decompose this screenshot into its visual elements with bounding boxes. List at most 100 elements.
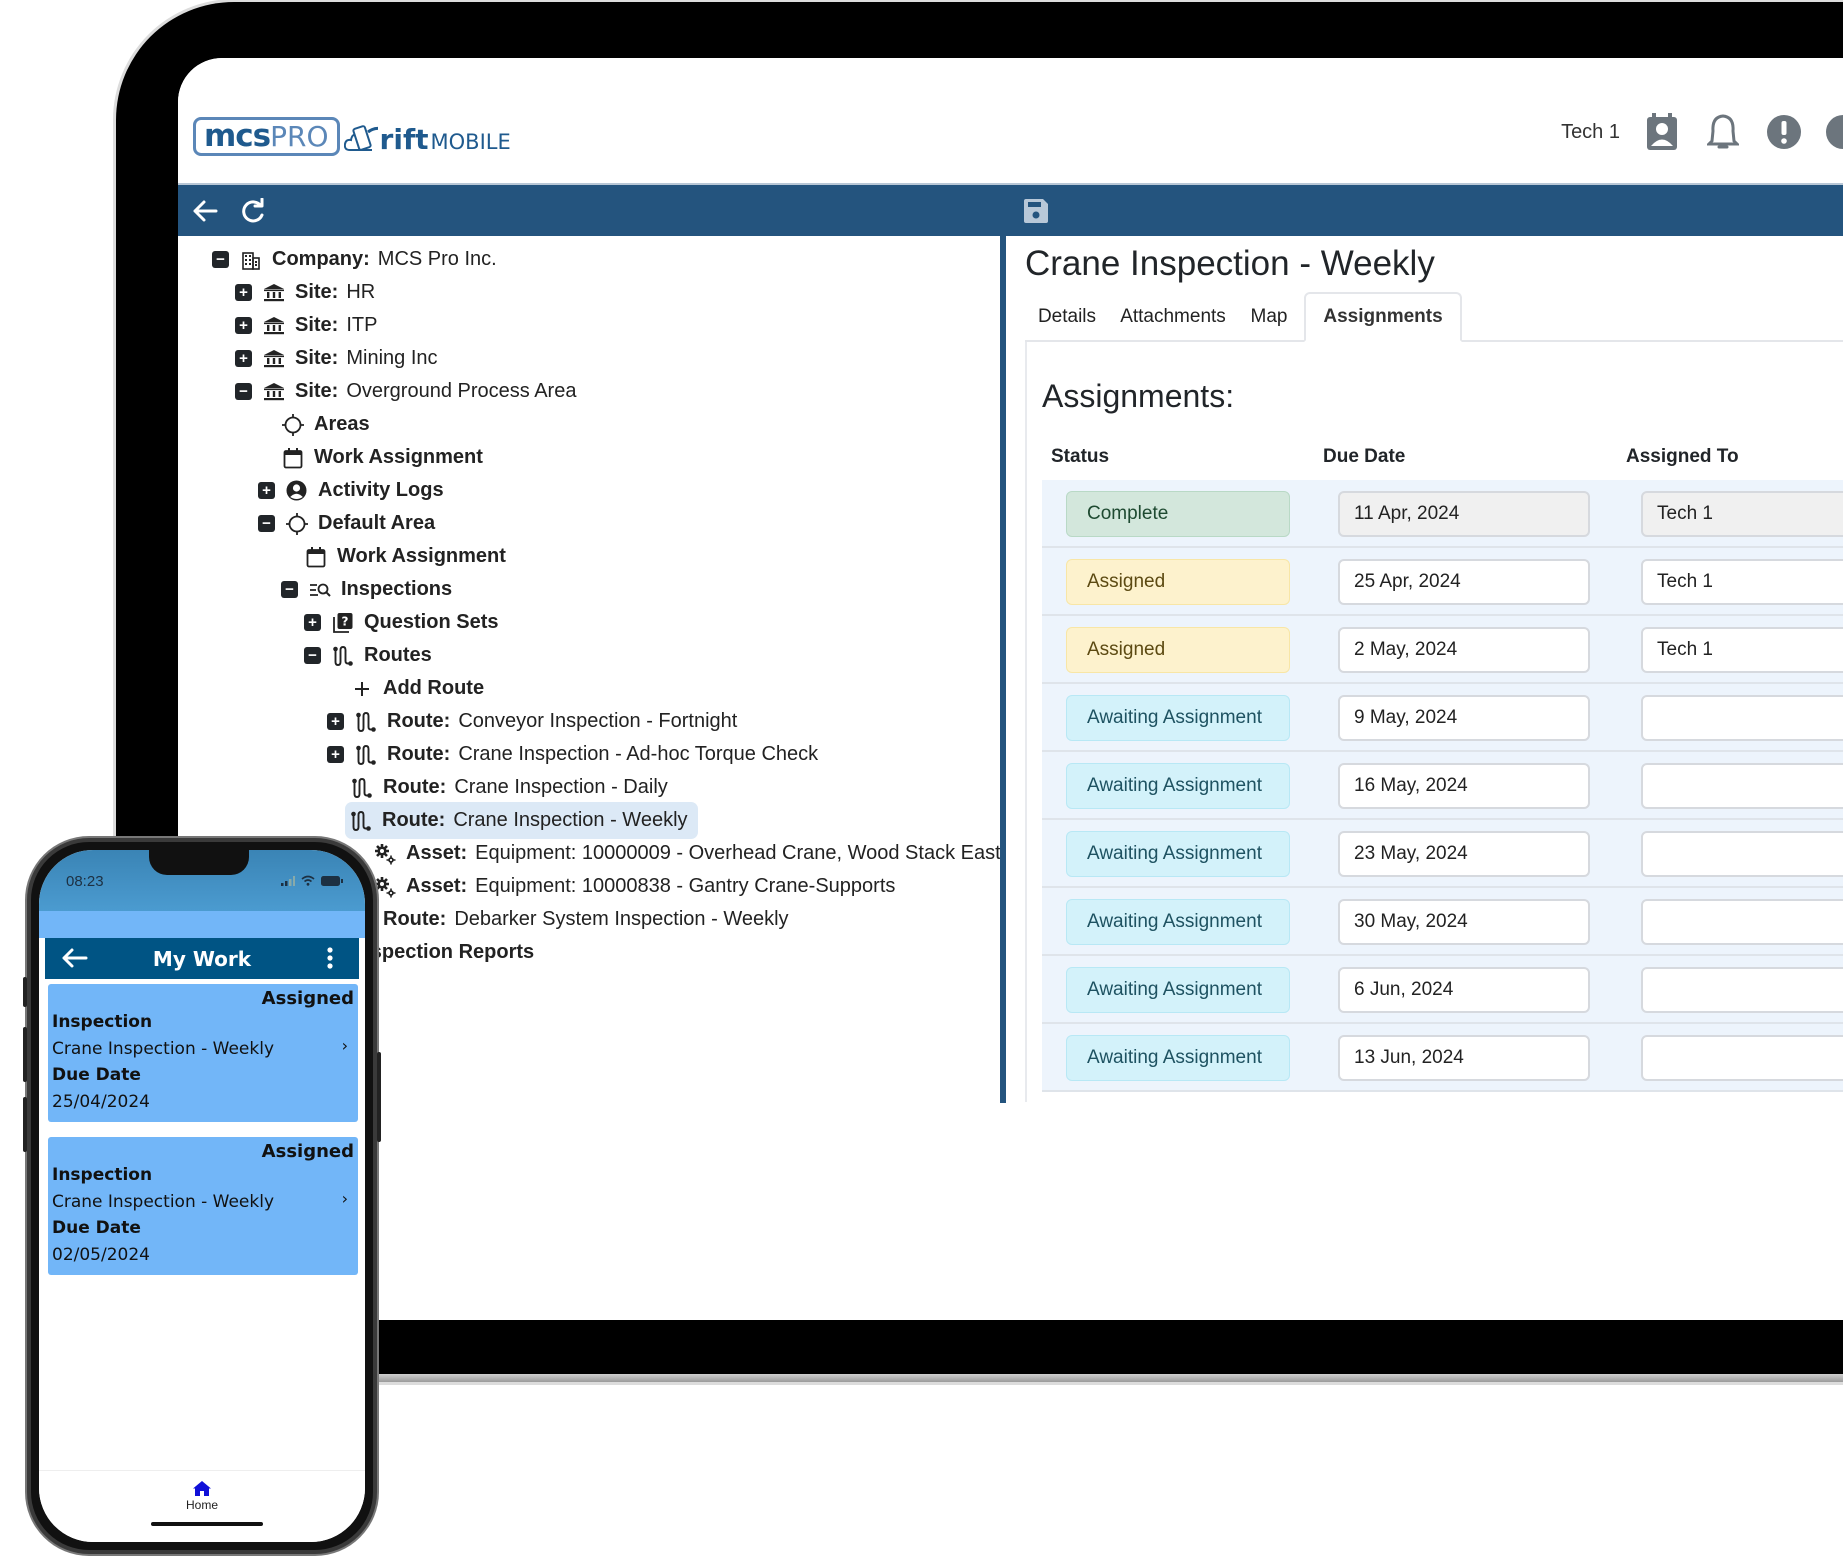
due-date-input[interactable]: 30 May, 2024 <box>1338 899 1590 945</box>
alert-icon[interactable] <box>1764 112 1804 152</box>
user-name[interactable]: Tech 1 <box>1561 121 1620 144</box>
assigned-to-input[interactable]: Tech 1 <box>1641 559 1843 605</box>
refresh-icon <box>242 198 264 223</box>
due-date-input[interactable]: 16 May, 2024 <box>1338 763 1590 809</box>
tree-node[interactable]: + Activity Logs <box>258 472 452 509</box>
logo[interactable]: mcs PRO rift MOBILE <box>193 116 511 156</box>
tree-node-label: Site: <box>295 281 339 303</box>
work-item-card[interactable]: Assigned Inspection Crane Inspection - W… <box>48 1137 358 1275</box>
bank-icon <box>262 281 285 304</box>
assignment-row: Awaiting Assignment 9 May, 2024 <box>1042 684 1843 752</box>
tree-node[interactable]: + Route: Crane Inspection - Ad-hoc Torque … <box>327 736 818 773</box>
battery-icon <box>321 875 343 886</box>
collapse-icon[interactable]: − <box>304 647 321 664</box>
tree-node[interactable]: − Routes <box>304 637 440 674</box>
tree-node[interactable]: − Company: MCS Pro Inc. <box>212 241 497 278</box>
bank-icon <box>262 347 285 370</box>
work-item-due-label: Due Date <box>52 1218 141 1238</box>
expand-icon[interactable]: + <box>235 350 252 367</box>
expand-icon[interactable]: + <box>235 317 252 334</box>
status-badge: Awaiting Assignment <box>1066 831 1290 877</box>
collapse-icon[interactable]: − <box>258 515 275 532</box>
tab-attachments[interactable]: Attachments <box>1109 292 1237 342</box>
expand-icon[interactable]: + <box>327 746 344 763</box>
tree-node-value: Mining Inc <box>346 347 438 369</box>
assigned-to-input[interactable] <box>1641 967 1843 1013</box>
assigned-to-input: Tech 1 <box>1641 491 1843 537</box>
tree-node[interactable]: Route: Debarker System Inspection - Weekl… <box>350 901 789 938</box>
expand-icon[interactable]: + <box>235 284 252 301</box>
tree-node[interactable]: Route: Crane Inspection - Daily <box>350 769 668 806</box>
header-user-area: Tech 1 <box>1561 112 1843 152</box>
user-menu-icon[interactable] <box>1825 112 1843 152</box>
tree-node-value: Crane Inspection - Daily <box>454 776 668 798</box>
status-badge: Awaiting Assignment <box>1066 899 1290 945</box>
tree-node-label: Asset: <box>406 842 468 864</box>
tree-node-value: MCS Pro Inc. <box>377 248 497 270</box>
toolbar <box>178 183 1843 236</box>
collapse-icon[interactable]: − <box>235 383 252 400</box>
phone-status-bar: 08:23 <box>39 850 365 911</box>
bell-icon[interactable] <box>1703 112 1743 152</box>
assigned-to-input[interactable] <box>1641 695 1843 741</box>
save-button[interactable] <box>1021 196 1051 226</box>
tree-node[interactable]: + Route: Conveyor Inspection - Fortnight <box>327 703 737 740</box>
tree-node[interactable]: − Inspections <box>281 571 460 608</box>
phone-app-bar: My Work <box>45 938 359 979</box>
expand-icon[interactable]: + <box>327 713 344 730</box>
phone-button <box>23 977 27 1007</box>
refresh-button[interactable] <box>238 196 268 226</box>
back-button[interactable] <box>190 196 220 226</box>
tree-node-label: Route: <box>383 908 447 930</box>
tree-node[interactable]: Work Assignment <box>281 439 491 476</box>
tree-node[interactable]: + Site: HR <box>235 274 375 311</box>
tree-node[interactable]: Areas <box>281 406 378 443</box>
tree-node[interactable]: + Site: ITP <box>235 307 377 344</box>
expand-icon[interactable]: + <box>258 482 275 499</box>
tree-node[interactable]: Add Route <box>350 670 492 707</box>
tree-node[interactable]: + Site: Mining Inc <box>235 340 438 377</box>
phone-button <box>23 1097 27 1152</box>
tree-node[interactable]: − Site: Overground Process Area <box>235 373 576 410</box>
tree-node[interactable]: − Default Area <box>258 505 443 542</box>
tree-node[interactable]: Route: Crane Inspection - Weekly <box>345 802 698 839</box>
bank-icon <box>262 314 285 337</box>
due-date-input[interactable]: 9 May, 2024 <box>1338 695 1590 741</box>
more-vertical-icon[interactable] <box>325 946 335 970</box>
route-icon <box>354 710 377 733</box>
assignments-header: Status Due Date Assigned To <box>1042 446 1843 476</box>
mobile-app-screen: 08:23 My Work Assigned Inspection Crane … <box>39 850 365 1542</box>
tree-node-value: Crane Inspection - Weekly <box>453 809 688 831</box>
tree-node-label: Routes <box>364 644 432 666</box>
phone-app-spacer <box>39 911 365 938</box>
due-date-input[interactable]: 2 May, 2024 <box>1338 627 1590 673</box>
collapse-icon[interactable]: − <box>212 251 229 268</box>
tab-home[interactable]: Home <box>39 1481 365 1512</box>
assigned-to-input[interactable] <box>1641 899 1843 945</box>
assignment-row: Awaiting Assignment 13 Jun, 2024 <box>1042 1024 1843 1092</box>
tab-map[interactable]: Map <box>1237 292 1301 342</box>
assigned-to-input[interactable] <box>1641 831 1843 877</box>
column-header-status: Status <box>1051 446 1110 467</box>
tab-assignments[interactable]: Assignments <box>1304 292 1462 342</box>
work-item-card[interactable]: Assigned Inspection Crane Inspection - W… <box>48 984 358 1122</box>
tree-node-label: Company: <box>272 248 370 270</box>
due-date-input[interactable]: 25 Apr, 2024 <box>1338 559 1590 605</box>
assigned-to-input[interactable] <box>1641 763 1843 809</box>
assigned-to-input[interactable] <box>1641 1035 1843 1081</box>
due-date-input[interactable]: 23 May, 2024 <box>1338 831 1590 877</box>
tab-details[interactable]: Details <box>1025 292 1109 342</box>
tree-node[interactable]: Asset: Equipment: 10000838 - Gantry Crane… <box>373 868 895 905</box>
assigned-to-input[interactable]: Tech 1 <box>1641 627 1843 673</box>
expand-icon[interactable]: + <box>304 614 321 631</box>
tree-node[interactable]: Asset: Equipment: 10000009 - Overhead Cra… <box>373 835 1001 872</box>
tree-node[interactable]: +? Question Sets <box>304 604 506 641</box>
due-date-input[interactable]: 6 Jun, 2024 <box>1338 967 1590 1013</box>
tree-node[interactable]: Work Assignment <box>304 538 514 575</box>
contact-calendar-icon[interactable] <box>1642 112 1682 152</box>
desktop-app-window: mcs PRO rift MOBILE Tech 1 − Company: MC… <box>178 58 1843 1320</box>
due-date-input[interactable]: 13 Jun, 2024 <box>1338 1035 1590 1081</box>
collapse-icon[interactable]: − <box>281 581 298 598</box>
assignment-row: Awaiting Assignment 30 May, 2024 <box>1042 888 1843 956</box>
tree-node[interactable]: Inspection Reports <box>353 934 542 971</box>
